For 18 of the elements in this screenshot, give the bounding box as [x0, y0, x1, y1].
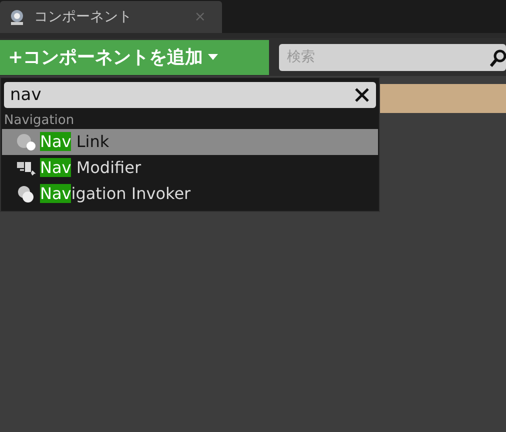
component-icon [8, 8, 26, 26]
tab-title: コンポーネント [34, 8, 132, 26]
sphere-icon [16, 133, 36, 151]
item-label: Nav Modifier [40, 157, 142, 179]
blocks-icon [16, 159, 36, 177]
clear-icon[interactable] [354, 87, 370, 103]
item-label: Navigation Invoker [40, 183, 191, 205]
search-field[interactable]: 検索 [279, 44, 506, 70]
component-item[interactable]: Nav Link [2, 129, 378, 155]
category-header: Navigation [3, 112, 76, 129]
panel-tab[interactable]: コンポーネント × [0, 1, 222, 33]
component-item[interactable]: Nav Modifier [2, 155, 378, 181]
spheres-icon [16, 185, 36, 203]
item-label: Nav Link [40, 131, 110, 153]
caret-icon [207, 53, 220, 61]
component-item[interactable]: Navigation Invoker [2, 181, 378, 207]
filter-field[interactable]: nav [4, 82, 376, 108]
search-icon [490, 48, 506, 66]
